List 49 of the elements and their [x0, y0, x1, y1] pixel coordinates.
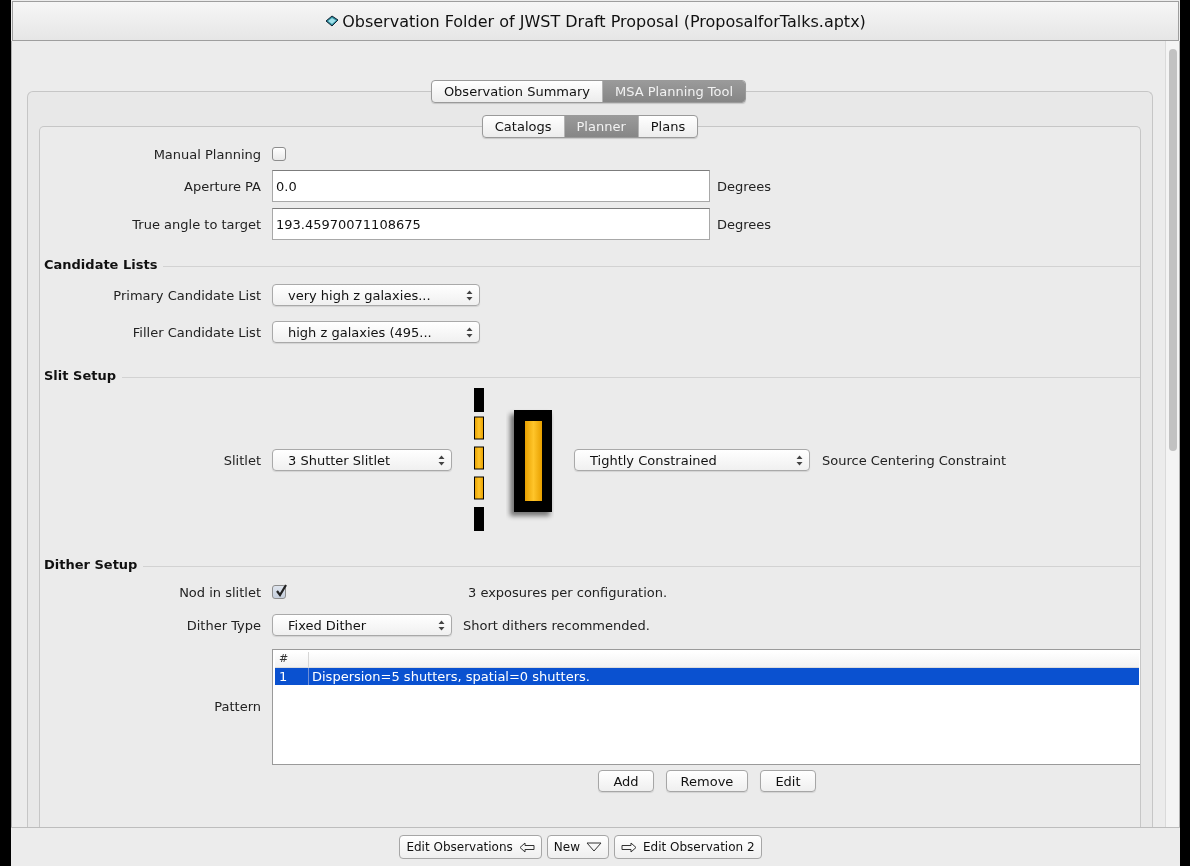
field-label: Primary Candidate List	[113, 287, 261, 303]
checkbox[interactable]	[272, 585, 286, 599]
footer-button[interactable]: Edit Observations	[399, 835, 542, 859]
unit-label: Degrees	[717, 178, 772, 194]
candidate-list-popup[interactable]: high z galaxies (495...	[272, 321, 480, 343]
dither-type-popup[interactable]: Fixed Dither	[272, 614, 452, 636]
table-button[interactable]: Remove	[665, 770, 749, 792]
slitlet-popup[interactable]: 3 Shutter Slitlet	[272, 449, 452, 471]
unit-label: Degrees	[717, 216, 772, 232]
tab[interactable]: Plans	[637, 116, 698, 137]
table-button[interactable]: Add	[598, 770, 654, 792]
checkbox[interactable]	[272, 147, 286, 161]
dropdown-triangle-icon	[586, 842, 602, 852]
section-heading: Candidate Lists	[44, 257, 158, 272]
column-header: #	[275, 652, 309, 667]
text-field[interactable]: 0.0	[272, 170, 710, 202]
popup-arrows-icon	[438, 454, 445, 466]
field-label: Slitlet	[223, 452, 261, 468]
section-heading: Slit Setup	[44, 368, 116, 383]
scrollbar[interactable]	[1165, 41, 1179, 827]
section-heading: Dither Setup	[44, 557, 138, 572]
candidate-list-popup[interactable]: very high z galaxies...	[272, 284, 480, 306]
table-row[interactable]: 1 Dispersion=5 shutters, spatial=0 shutters.	[275, 668, 1139, 685]
constraint-popup[interactable]: Tightly Constrained	[574, 449, 810, 471]
popup-arrows-icon	[796, 454, 803, 466]
tab[interactable]: Catalogs	[482, 116, 564, 137]
tab[interactable]: Observation Summary	[431, 81, 602, 102]
table-button[interactable]: Edit	[760, 770, 816, 792]
popup-arrows-icon	[438, 619, 445, 631]
forward-arrow-icon	[621, 841, 637, 853]
popup-arrows-icon	[466, 326, 473, 338]
footer-button[interactable]: Edit Observation 2	[614, 835, 762, 859]
field-label: Dither Type	[186, 617, 261, 633]
info-text: 3 exposures per configuration.	[468, 584, 668, 600]
info-text: Short dithers recommended.	[463, 617, 650, 633]
field-label: Filler Candidate List	[132, 324, 261, 340]
text-field[interactable]: 193.45970071108675	[272, 208, 710, 240]
field-label: True angle to target	[132, 216, 261, 232]
field-label: Pattern	[214, 698, 261, 714]
footer-button[interactable]: New	[546, 835, 609, 859]
field-label: Manual Planning	[153, 146, 261, 162]
field-label: Aperture PA	[184, 178, 261, 194]
popup-arrows-icon	[466, 289, 473, 301]
constraint-label: Source Centering Constraint	[822, 452, 1007, 468]
field-label: Nod in slitlet	[179, 584, 261, 600]
folder-icon	[325, 15, 340, 27]
back-arrow-icon	[518, 841, 535, 853]
window-title: Observation Folder of JWST Draft Proposal (ProposalforTalks.aptx)	[342, 11, 866, 31]
scroll-thumb[interactable]	[1169, 49, 1177, 451]
